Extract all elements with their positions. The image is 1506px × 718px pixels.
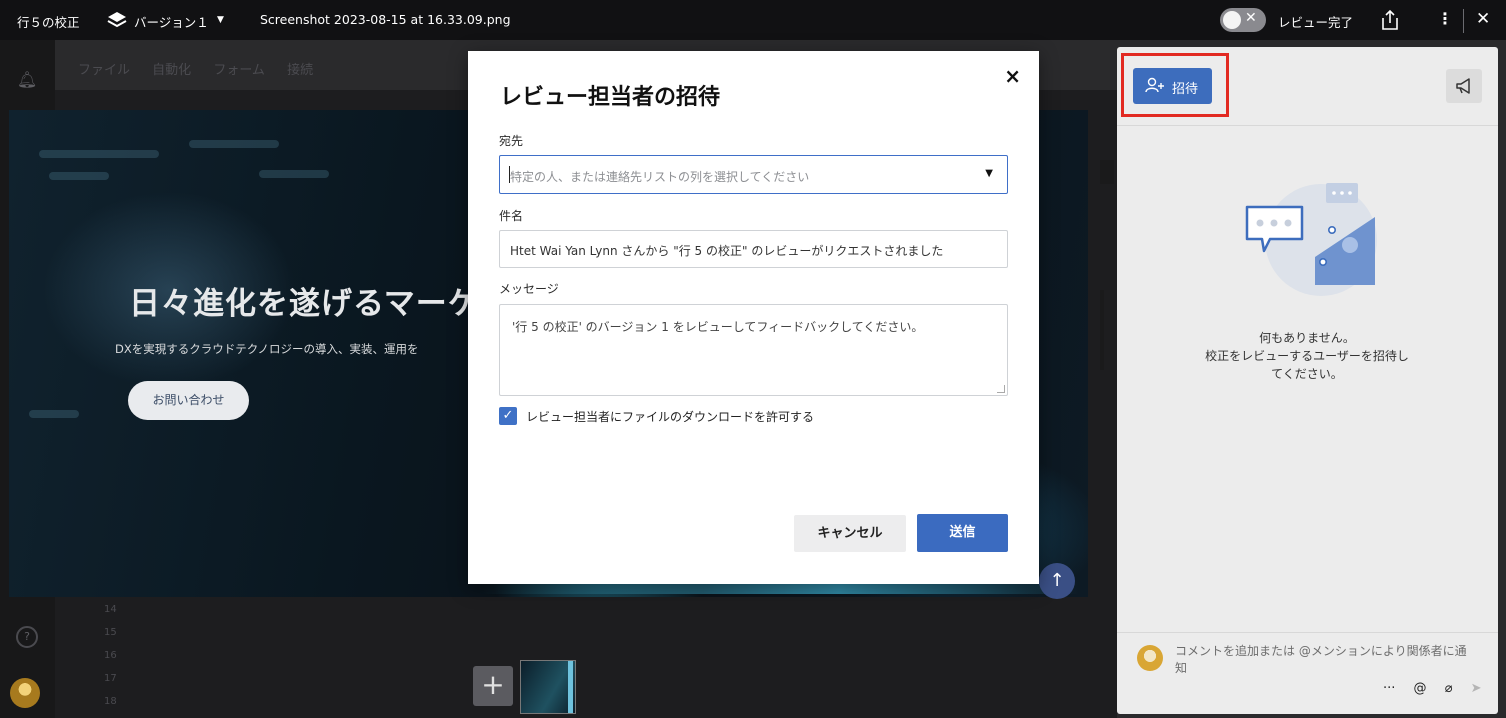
dialog-title: レビュー担当者の招待 [500,85,721,110]
avatar[interactable] [10,678,40,708]
row-number: 14 [104,604,117,615]
close-icon[interactable]: ✕ [1476,9,1490,29]
panel-header: 招待 [1117,47,1498,126]
message-label: メッセージ [499,282,559,296]
menu-forms[interactable]: フォーム [213,63,265,78]
menu-connections[interactable]: 接続 [287,63,313,78]
divider [1463,9,1464,33]
message-textarea[interactable]: '行 5 の校正' のバージョン 1 をレビューしてフィードバックしてください。 [499,304,1008,396]
subject-value: Htet Wai Yan Lynn さんから "行 5 の校正" のレビューがリ… [510,244,944,258]
add-page-button[interactable]: + [473,666,513,706]
background-fragment [1100,150,1118,410]
invite-reviewers-dialog: × レビュー担当者の招待 宛先 特定の人、または連絡先リストの列を選択してくださ… [468,51,1039,584]
share-icon[interactable] [1379,9,1401,31]
resize-handle[interactable] [997,385,1005,393]
empty-line: 校正をレビューするユーザーを招待し [1205,349,1409,363]
empty-line: 何もありません。 [1259,331,1355,345]
announcement-button[interactable] [1446,69,1482,103]
proof-title: 行５の校正 [17,15,80,30]
highlight-box [1121,53,1229,117]
page-thumbnail[interactable] [520,660,576,714]
row-number: 18 [104,696,117,707]
chevron-down-icon[interactable]: ▼ [217,15,224,25]
menu-automation[interactable]: 自動化 [152,63,191,78]
row-number: 15 [104,627,117,638]
attachment-icon[interactable]: ⌀ [1445,681,1453,696]
avatar [1137,645,1163,671]
cancel-button[interactable]: キャンセル [794,515,906,552]
subject-label: 件名 [499,209,524,223]
menu-file[interactable]: ファイル [78,63,130,78]
send-button[interactable]: 送信 [917,514,1008,552]
contact-button[interactable]: お問い合わせ [128,381,249,420]
file-name: Screenshot 2023-08-15 at 16.33.09.png [260,12,511,27]
chevron-down-icon[interactable]: ▼ [985,168,993,179]
mention-icon[interactable]: @ [1414,681,1427,696]
row-number: 16 [104,650,117,661]
empty-state-text: 何もありません。 校正をレビューするユーザーを招待し てください。 [1157,329,1457,383]
background-menu: ファイル 自動化 フォーム 接続 [78,59,331,78]
allow-download-checkbox[interactable]: ✓ [499,407,517,425]
layers-icon [107,12,127,28]
message-value: '行 5 の校正' のバージョン 1 をレビューしてフィードバックしてください。 [512,320,924,334]
review-complete-label: レビュー完了 [1278,15,1354,30]
megaphone-icon [1456,78,1470,94]
comment-actions: ··· @ ⌀ ➤ [1383,681,1482,696]
close-icon[interactable]: × [1004,66,1021,86]
more-vertical-icon[interactable]: ⋮ [1437,9,1453,28]
recipient-placeholder: 特定の人、または連絡先リストの列を選択してください [510,170,810,184]
comment-input[interactable]: コメントを追加または @メンションにより関係者に通知 [1175,643,1475,677]
comment-footer: コメントを追加または @メンションにより関係者に通知 ··· @ ⌀ ➤ [1117,632,1498,714]
help-icon[interactable]: ? [16,626,38,648]
to-label: 宛先 [499,134,524,148]
more-icon[interactable]: ··· [1383,681,1395,696]
bell-icon[interactable]: 🔔︎ [16,69,38,91]
slide-title: 日々進化を遂げるマーケテ [129,286,512,322]
slide-subtitle: DXを実現するクラウドテクノロジーの導入、実装、運用を [115,342,419,356]
recipient-select[interactable]: 特定の人、または連絡先リストの列を選択してください ▼ [499,155,1008,194]
review-complete-toggle[interactable]: ✕ [1220,8,1266,32]
send-icon[interactable]: ➤ [1471,681,1482,696]
subject-field[interactable]: Htet Wai Yan Lynn さんから "行 5 の校正" のレビューがリ… [499,230,1008,268]
empty-line: てください。 [1271,367,1343,381]
row-number: 17 [104,673,117,684]
reviewers-panel: 招待 何もありません。 校正をレビューするユーザーを招待し てください。 コメン… [1117,47,1498,714]
version-selector[interactable]: バージョン１ [134,12,209,31]
top-bar: 行５の校正 バージョン１ ▼ Screenshot 2023-08-15 at … [0,0,1506,40]
empty-state-illustration [1245,183,1377,296]
scroll-up-icon[interactable]: ↑ [1039,563,1075,599]
allow-download-label[interactable]: レビュー担当者にファイルのダウンロードを許可する [526,408,814,425]
